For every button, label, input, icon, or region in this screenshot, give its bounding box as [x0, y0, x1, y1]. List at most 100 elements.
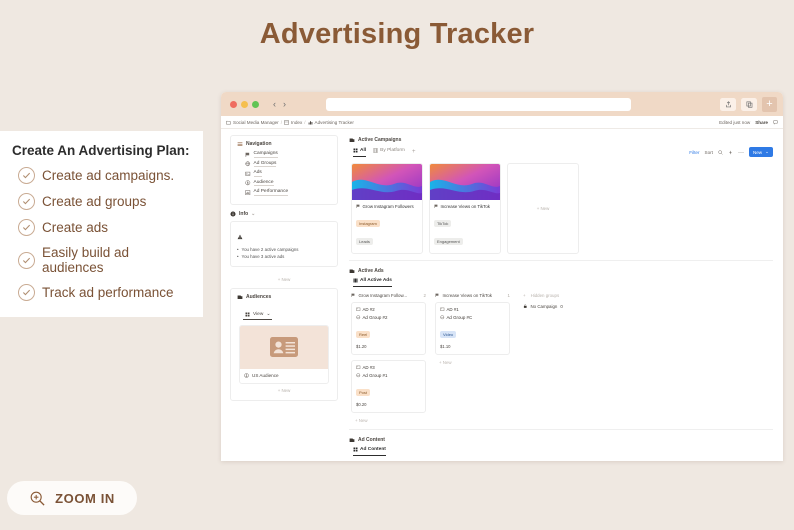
tab-by-platform-label: By Platform — [380, 148, 405, 153]
list-icon — [284, 119, 289, 125]
info-bullet-label: You have 2 active campaigns — [241, 246, 299, 252]
new-button[interactable]: New ⌄ — [748, 147, 773, 157]
share-button[interactable]: Share — [755, 120, 768, 125]
browser-chrome: ‹ › + — [221, 92, 783, 116]
sidebar-item-audience[interactable]: Audience — [245, 180, 331, 186]
add-tab-button[interactable]: + — [412, 149, 416, 155]
tag: TikTok — [434, 220, 452, 227]
breadcrumb-item-0[interactable]: Social Media Manager — [233, 120, 279, 125]
audiences-title: Audiences — [246, 293, 272, 300]
user-icon — [244, 372, 249, 378]
sidebar-item-campaigns[interactable]: Campaigns — [245, 151, 331, 158]
gallery-icon — [245, 312, 250, 317]
forward-icon[interactable]: › — [283, 99, 286, 109]
chevron-down-icon[interactable]: ⌄ — [765, 149, 769, 155]
ad-card-price: $1.20 — [356, 344, 367, 349]
tag: Leads — [356, 238, 373, 245]
back-icon[interactable]: ‹ — [273, 99, 276, 109]
new-button-label: New — [752, 149, 763, 155]
comment-icon[interactable] — [773, 119, 778, 125]
user-icon — [245, 180, 251, 186]
search-icon[interactable] — [718, 149, 723, 155]
feature-item: Easily build ad audiences — [18, 245, 193, 275]
share-icon[interactable] — [720, 97, 736, 111]
copy-icon[interactable] — [741, 97, 757, 111]
campaign-card[interactable]: Increase Views on TikTok TikTok Engageme… — [429, 163, 501, 254]
tab-ad-content-label: Ad Content — [360, 447, 386, 452]
sidebar-item-label: Campaigns — [253, 151, 278, 158]
info-panel: You have 2 active campaigns You have 3 a… — [230, 220, 338, 267]
campaign-new-card-button[interactable]: + New — [507, 163, 579, 254]
campaign-card-image — [430, 164, 500, 200]
chart-icon — [245, 189, 251, 196]
check-circle-icon — [18, 193, 35, 210]
audience-card-name-row: US Audience — [240, 369, 328, 383]
database-icon — [349, 268, 355, 274]
ad-card-tag: Post — [356, 389, 371, 396]
kanban-add-card-button[interactable]: + New — [435, 360, 510, 365]
ad-card-tag: Reel — [356, 331, 371, 338]
tag: Instagram — [356, 220, 380, 227]
campaign-gallery: Grow Instagram Followers Instagram Leads — [349, 157, 773, 254]
campaign-card-title-row: Grow Instagram Followers — [356, 204, 418, 209]
url-input[interactable] — [326, 97, 631, 111]
lock-icon — [523, 304, 528, 309]
database-icon — [237, 294, 243, 300]
breadcrumb-item-1[interactable]: Index — [291, 120, 302, 125]
topbar-actions: Edited just now Share — [719, 120, 778, 125]
active-ads-section: Active Ads All Active Ads Grow Instagram… — [349, 268, 773, 430]
hidden-group-count: 0 — [560, 304, 563, 309]
tab-ad-content[interactable]: Ad Content — [353, 447, 386, 456]
close-icon[interactable] — [230, 100, 237, 108]
kanban-column-header: Grow Instagram Follow... 2 — [351, 293, 426, 298]
ad-card[interactable]: AD #3 Ad Group #1 Post $0.20 — [351, 360, 426, 413]
ad-card-name-row: AD #2 — [356, 307, 421, 312]
ad-content-tabs: Ad Content — [349, 447, 773, 456]
zoom-in-label: ZOOM IN — [55, 490, 115, 506]
ad-card-name: AD #2 — [362, 307, 375, 312]
ad-card[interactable]: AD #1 Ad Group #C Video $1.10 — [435, 302, 510, 355]
tab-by-platform[interactable]: By Platform — [373, 148, 405, 156]
kanban-column-title: Increase Views on TikTok — [442, 293, 492, 298]
check-circle-icon — [18, 251, 35, 269]
check-circle-icon — [18, 284, 35, 301]
breadcrumb-item-2[interactable]: Advertising Tracker — [315, 120, 354, 125]
image-icon — [356, 307, 361, 312]
lightning-icon[interactable] — [728, 150, 733, 155]
minimize-icon[interactable] — [241, 100, 248, 108]
add-column-button[interactable]: + — [523, 293, 526, 298]
hidden-group-chip[interactable]: No Campaign 0 — [523, 304, 563, 309]
sidebar-item-ads[interactable]: Ads — [245, 170, 331, 177]
tab-all[interactable]: All — [353, 148, 367, 157]
chevron-down-icon[interactable]: ⌄ — [251, 211, 255, 217]
sort-button[interactable]: Sort — [705, 150, 713, 155]
new-tab-button[interactable]: + — [762, 96, 777, 112]
audience-card[interactable]: US Audience — [239, 324, 329, 384]
ellipsis-icon[interactable] — [738, 150, 744, 155]
tab-all-active-ads-label: All Active Ads — [360, 278, 392, 283]
maximize-icon[interactable] — [252, 100, 259, 108]
campaign-card-image — [352, 164, 422, 200]
globe-icon — [356, 373, 361, 378]
tab-all-active-ads[interactable]: All Active Ads — [353, 278, 392, 287]
kanban-column-header: Increase Views on TikTok 1 — [435, 293, 510, 298]
board-icon — [373, 148, 378, 153]
ad-card[interactable]: AD #2 Ad Group #2 Reel $1.20 — [351, 302, 426, 355]
ads-kanban-board: Grow Instagram Follow... 2 AD #2 Ad Grou… — [349, 287, 773, 423]
feature-item-label: Create ads — [42, 220, 109, 235]
kanban-add-card-button[interactable]: + New — [351, 418, 426, 423]
audiences-add-button[interactable]: + New — [237, 384, 331, 395]
sidebar-item-ad-performance[interactable]: Ad Performance — [245, 189, 331, 196]
campaign-card[interactable]: Grow Instagram Followers Instagram Leads — [351, 163, 423, 254]
campaign-card-title: Increase Views on TikTok — [440, 204, 490, 209]
info-header: Info ⌄ — [230, 211, 338, 217]
audiences-view-tab[interactable]: View ⌄ — [243, 312, 273, 320]
chevron-down-icon[interactable]: ⌄ — [266, 312, 270, 317]
filter-button[interactable]: Filter — [689, 150, 699, 155]
feature-card-title: Create An Advertising Plan: — [12, 143, 190, 158]
campaign-card-title-row: Increase Views on TikTok — [434, 204, 496, 209]
info-add-button[interactable]: + New — [230, 273, 338, 284]
breadcrumb[interactable]: Social Media Manager / Index / Advertisi… — [226, 120, 354, 125]
sidebar-item-ad-groups[interactable]: Ad Groups — [245, 161, 331, 167]
zoom-in-button[interactable]: ZOOM IN — [7, 481, 137, 515]
